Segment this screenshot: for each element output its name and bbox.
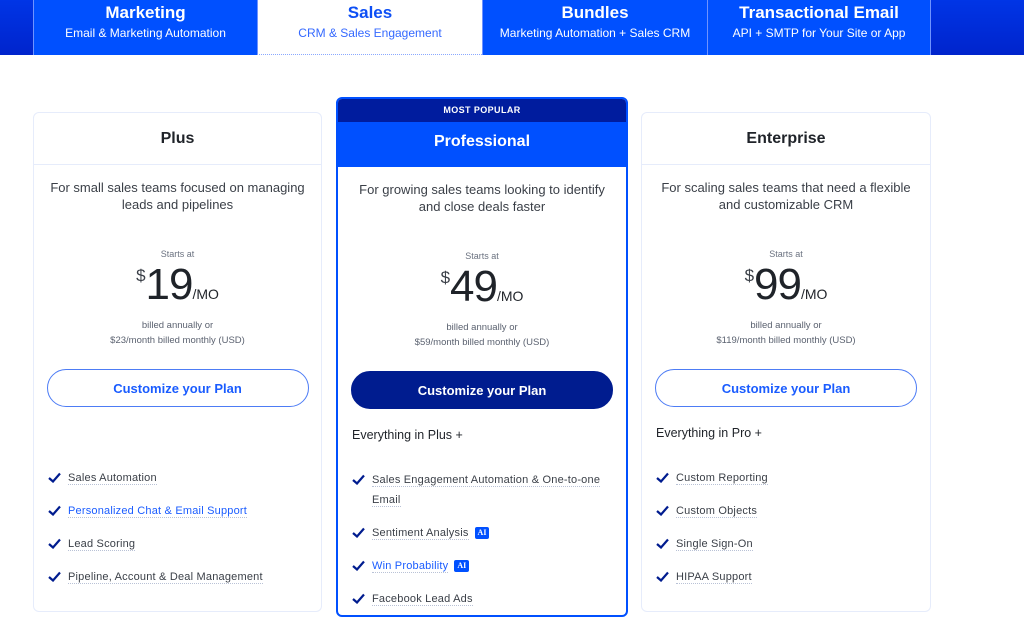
billing-note-line: $23/month billed monthly (USD) [110, 335, 245, 346]
check-icon [352, 593, 365, 604]
billing-note-line: $59/month billed monthly (USD) [414, 337, 550, 348]
feature-label: Lead Scoring [68, 538, 136, 551]
feature-label: Win Probability [372, 560, 449, 573]
billing-note-line: billed annually or [141, 320, 214, 331]
starts-at-label: Starts at [465, 251, 499, 261]
tab-subtitle: Marketing Automation + Sales CRM [499, 26, 691, 40]
customize-plan-button[interactable]: Customize your Plan [46, 369, 309, 407]
billing-note: billed annually or $23/month billed mont… [34, 318, 321, 348]
feature-label: Single Sign-On [676, 538, 753, 551]
plan-price: $99/MO [642, 261, 930, 309]
feature-item[interactable]: Lead Scoring [48, 534, 303, 554]
tab-title: Bundles [561, 3, 629, 22]
check-icon [48, 505, 61, 516]
customize-plan-button[interactable]: Customize your Plan [655, 369, 917, 407]
tab-transactional-email[interactable]: Transactional Email API + SMTP for Your … [707, 0, 931, 55]
plan-name: Plus [34, 113, 321, 165]
tab-title: Transactional Email [739, 3, 899, 22]
price-period: /MO [496, 288, 524, 304]
feature-item[interactable]: Facebook Lead Ads [352, 589, 607, 609]
feature-label: Custom Reporting [676, 472, 768, 485]
feature-item[interactable]: Pipeline, Account & Deal Management [48, 567, 303, 587]
tab-bundles[interactable]: Bundles Marketing Automation + Sales CRM [482, 0, 707, 55]
plan-description: For scaling sales teams that need a flex… [661, 180, 911, 212]
price-period: /MO [192, 286, 219, 302]
most-popular-badge: MOST POPULAR [338, 99, 626, 122]
currency-symbol: $ [136, 266, 146, 285]
ai-badge: AI [454, 560, 470, 572]
plan-description: For growing sales teams looking to ident… [359, 182, 605, 214]
feature-label: HIPAA Support [676, 571, 752, 584]
tab-subtitle: API + SMTP for Your Site or App [732, 26, 906, 40]
feature-item[interactable]: Custom Reporting [656, 468, 911, 488]
currency-symbol: $ [440, 268, 451, 287]
tab-marketing[interactable]: Marketing Email & Marketing Automation [33, 0, 257, 55]
plan-card-enterprise: Enterprise For scaling sales teams that … [641, 112, 931, 612]
feature-list: Sales Automation Personalized Chat & Ema… [48, 468, 321, 587]
check-icon [656, 505, 669, 516]
tab-sales[interactable]: Sales CRM & Sales Engagement [257, 0, 482, 55]
plan-name: Professional [338, 122, 626, 167]
currency-symbol: $ [744, 266, 755, 285]
feature-item[interactable]: Custom Objects [656, 501, 911, 521]
check-icon [352, 560, 365, 571]
feature-label: Sales Automation [68, 472, 157, 485]
billing-note-line: billed annually or [446, 322, 518, 333]
everything-in-label: Everything in Plus + [352, 428, 463, 442]
billing-note: billed annually or $59/month billed mont… [338, 320, 626, 350]
feature-label: Pipeline, Account & Deal Management [68, 571, 263, 584]
feature-list: Sales Engagement Automation & One-to-one… [352, 470, 626, 609]
plan-description: For small sales teams focused on managin… [50, 180, 305, 212]
plan-price: $49/MO [338, 263, 626, 311]
billing-note-line: $119/month billed monthly (USD) [716, 335, 856, 346]
check-icon [656, 538, 669, 549]
feature-item[interactable]: Sales Automation [48, 468, 303, 488]
plan-card-plus: Plus For small sales teams focused on ma… [33, 112, 322, 612]
customize-plan-button[interactable]: Customize your Plan [351, 371, 613, 409]
tab-subtitle: Email & Marketing Automation [65, 26, 226, 40]
check-icon [48, 472, 61, 483]
ai-badge: AI [474, 527, 490, 539]
feature-list: Custom Reporting Custom Objects Single S… [656, 468, 930, 587]
starts-at-label: Starts at [160, 249, 195, 259]
feature-item[interactable]: Single Sign-On [656, 534, 911, 554]
feature-label: Sentiment Analysis [372, 527, 469, 540]
tab-title: Sales [347, 3, 393, 22]
feature-item[interactable]: Win Probability AI [352, 556, 607, 576]
check-icon [48, 571, 61, 582]
feature-item[interactable]: Sales Engagement Automation & One-to-one… [352, 470, 607, 510]
check-icon [352, 527, 365, 538]
plan-name: Enterprise [642, 113, 930, 165]
price-amount: 99 [754, 260, 802, 309]
check-icon [656, 472, 669, 483]
feature-label: Personalized Chat & Email Support [68, 505, 248, 518]
plan-price: $19/MO [34, 261, 321, 309]
feature-item[interactable]: HIPAA Support [656, 567, 911, 587]
check-icon [656, 571, 669, 582]
feature-label: Custom Objects [676, 505, 758, 518]
check-icon [48, 538, 61, 549]
check-icon [352, 474, 365, 485]
price-amount: 19 [145, 260, 194, 309]
tab-subtitle: CRM & Sales Engagement [298, 26, 442, 40]
price-amount: 49 [450, 262, 498, 311]
feature-label: Sales Engagement Automation & One-to-one… [372, 474, 601, 507]
feature-item[interactable]: Sentiment Analysis AI [352, 523, 607, 543]
starts-at-label: Starts at [769, 249, 803, 259]
billing-note: billed annually or $119/month billed mon… [642, 318, 930, 348]
billing-note-line: billed annually or [750, 320, 822, 331]
price-period: /MO [800, 286, 828, 302]
product-tabs-bar: Marketing Email & Marketing Automation S… [0, 0, 1024, 55]
plan-card-professional: MOST POPULAR Professional For growing sa… [336, 97, 628, 617]
feature-item[interactable]: Personalized Chat & Email Support [48, 501, 303, 521]
tab-title: Marketing [105, 3, 186, 22]
everything-in-label: Everything in Pro + [656, 426, 762, 440]
